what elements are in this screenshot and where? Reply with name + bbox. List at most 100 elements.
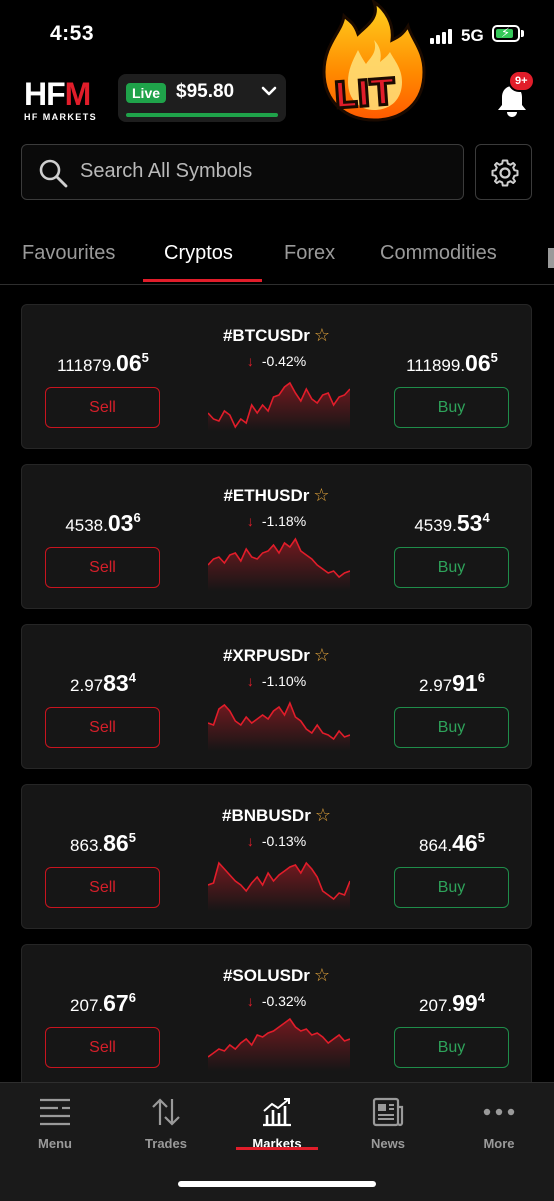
search-bar[interactable] [21,144,464,200]
nav-menu-label: Menu [38,1136,72,1151]
sparkline-area [208,539,350,591]
sell-price-pips: 06 [116,350,142,376]
instrument-card[interactable]: #BTCUSDr ☆ ↓ -0.42% 111879.065 111899.065 Sell… [21,304,532,449]
price-sparkline [208,700,350,751]
buy-button[interactable]: Buy [394,547,509,588]
market-tabs: Favourites Cryptos Forex Commodities [0,240,554,285]
instrument-card[interactable]: #ETHUSDr ☆ ↓ -1.18% 4538.036 4539.534 Sell Buy [21,464,532,609]
change-percent: -0.13% [261,833,307,849]
sell-price-pips: 03 [107,510,134,536]
star-icon[interactable]: ☆ [314,965,330,985]
tab-cryptos[interactable]: Cryptos [164,242,233,265]
sell-price-fraction: 6 [128,990,136,1006]
network-label: 5G [461,26,484,45]
symbol-label: #BTCUSDr [222,326,310,345]
active-tab-indicator [143,279,262,282]
notification-count-badge: 9+ [508,70,535,92]
nav-trades[interactable]: Trades [121,1097,211,1151]
fire-sticker: LIT [318,0,430,124]
star-icon[interactable]: ☆ [314,645,330,665]
instrument-symbol: #BNBUSDr ☆ [22,805,531,826]
sell-button[interactable]: Sell [45,387,160,428]
more-dots-icon [483,1108,515,1116]
notifications-button[interactable]: 9+ [494,70,535,118]
newspaper-icon [372,1097,404,1127]
sticker-text: LIT [331,70,398,118]
arrows-up-down-icon [152,1098,180,1126]
nav-more-label: More [483,1136,515,1151]
sell-price-base: 2.97 [70,676,104,695]
buy-price-pips: 53 [456,510,483,536]
buy-price: 864.465 [377,830,527,857]
hfm-logo: HFM HF MARKETS [24,78,97,122]
instrument-card[interactable]: #XRPUSDr ☆ ↓ -1.10% 2.97834 2.97916 Sell Buy [21,624,532,769]
tab-favourites[interactable]: Favourites [22,242,115,265]
status-time: 4:53 [50,22,95,45]
sell-price: 4538.036 [28,510,178,537]
menu-icon [40,1098,70,1126]
nav-menu[interactable]: Menu [10,1097,100,1151]
nav-trades-label: Trades [145,1136,187,1151]
instrument-symbol: #BTCUSDr ☆ [22,325,531,346]
chart-bars-icon [263,1098,291,1127]
sell-price-fraction: 5 [128,830,136,846]
buy-price-fraction: 4 [477,990,485,1006]
symbol-label: #SOLUSDr [222,966,310,985]
sell-price-base: 4538. [65,516,108,535]
sell-price: 207.676 [28,990,178,1017]
arrow-down-icon: ↓ [246,993,254,1009]
instrument-card[interactable]: #BNBUSDr ☆ ↓ -0.13% 863.865 864.465 Sell Buy [21,784,532,929]
sell-button[interactable]: Sell [45,867,160,908]
nav-more[interactable]: More [454,1097,544,1151]
sell-button[interactable]: Sell [45,547,160,588]
account-switcher[interactable]: Live $95.80 [118,74,286,122]
price-sparkline [208,1017,350,1071]
tab-forex[interactable]: Forex [284,242,335,265]
change-percent: -0.42% [261,353,307,369]
active-nav-indicator [236,1147,318,1150]
buy-button[interactable]: Buy [394,867,509,908]
account-margin-bar [126,113,278,117]
sell-price-base: 863. [70,836,104,855]
buy-button[interactable]: Buy [394,707,509,748]
buy-price-base: 864. [419,836,453,855]
sell-price-fraction: 5 [141,350,149,366]
arrow-down-icon: ↓ [246,833,254,849]
buy-price-fraction: 5 [477,830,485,846]
instrument-symbol: #ETHUSDr ☆ [22,485,531,506]
sell-price-fraction: 4 [128,670,136,686]
sell-price-fraction: 6 [133,510,141,526]
sell-price: 111879.065 [28,350,178,377]
sell-button[interactable]: Sell [45,1027,160,1068]
settings-button[interactable] [475,144,532,200]
sell-button[interactable]: Sell [45,707,160,748]
buy-price-pips: 46 [452,830,478,856]
gear-icon [491,159,519,187]
logo-mark: HFM [24,76,91,112]
buy-price: 207.994 [377,990,527,1017]
nav-news[interactable]: News [343,1097,433,1151]
arrow-down-icon: ↓ [246,353,254,369]
symbol-label: #BNBUSDr [222,806,311,825]
buy-button[interactable]: Buy [394,387,509,428]
price-sparkline [208,861,350,911]
live-badge: Live [126,83,167,103]
instrument-card[interactable]: #SOLUSDr ☆ ↓ -0.32% 207.676 207.994 Sell Buy [21,944,532,1089]
tab-commodities[interactable]: Commodities [380,242,497,265]
star-icon[interactable]: ☆ [315,805,331,825]
buy-price: 111899.065 [377,350,527,377]
star-icon[interactable]: ☆ [314,325,330,345]
battery-icon: ⚡ [492,25,520,42]
star-icon[interactable]: ☆ [313,485,329,505]
account-balance: $95.80 [176,81,235,102]
buy-price-base: 4539. [414,516,457,535]
sell-price-pips: 86 [103,830,129,856]
nav-markets[interactable]: Markets [232,1097,322,1151]
price-sparkline [208,537,350,591]
sell-price-base: 111879. [57,356,117,375]
change-percent: -0.32% [261,993,307,1009]
search-input[interactable] [80,160,450,183]
buy-button[interactable]: Buy [394,1027,509,1068]
chevron-down-icon [260,82,278,105]
change-percent: -1.10% [261,673,307,689]
